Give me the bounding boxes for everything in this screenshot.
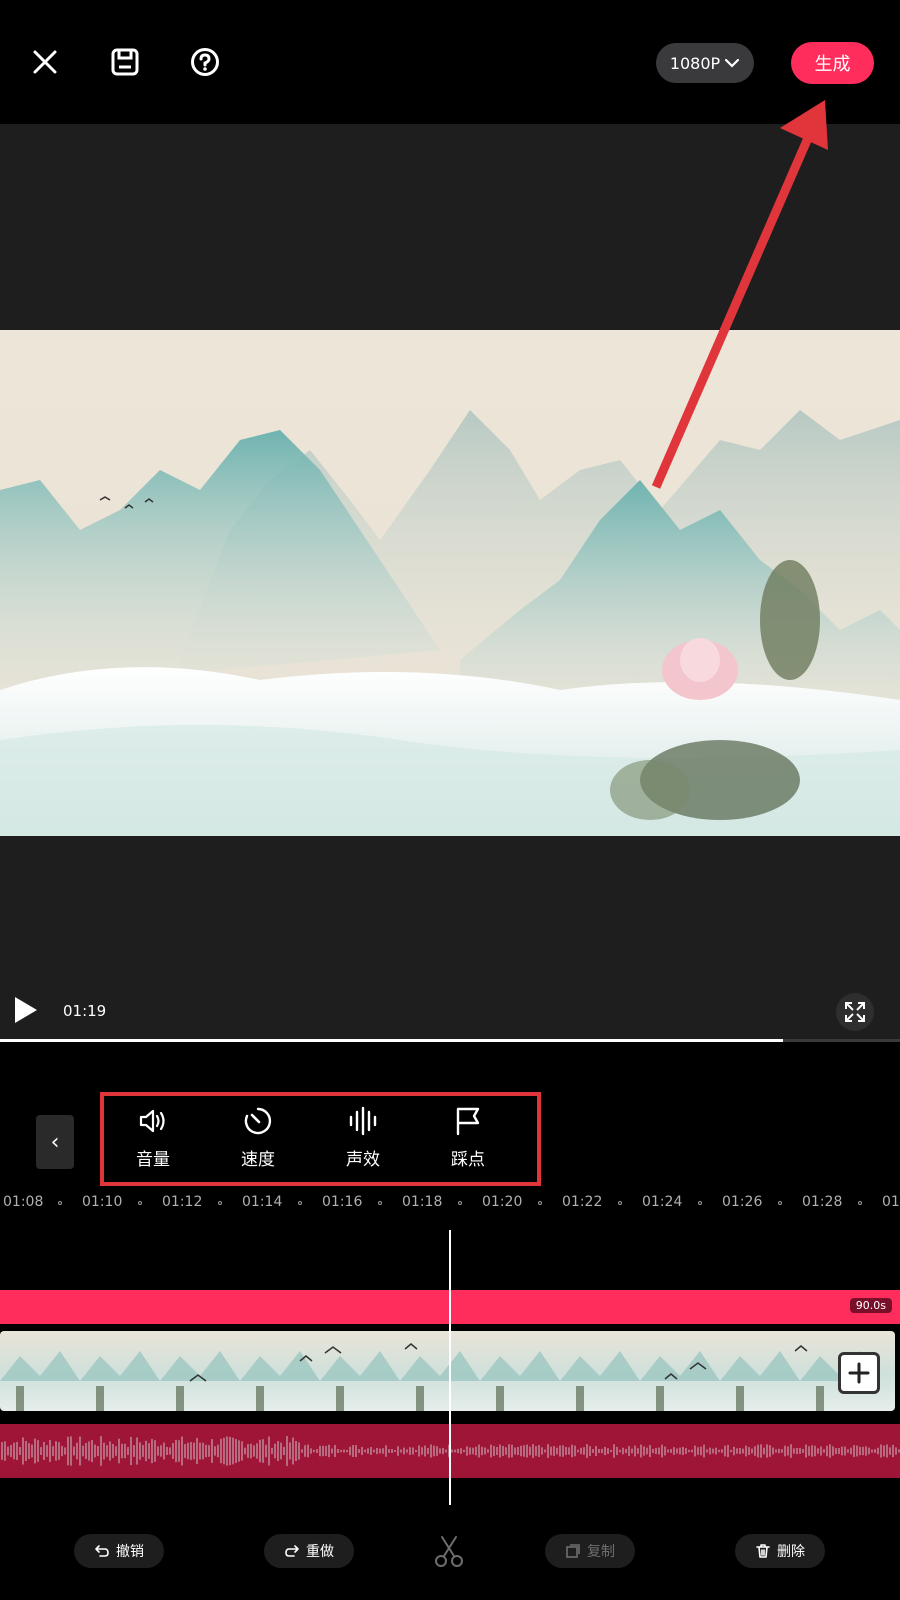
tool-label: 踩点 [451,1150,485,1170]
close-icon[interactable] [25,42,65,82]
resolution-select[interactable]: 1080P [656,43,754,83]
top-bar: 1080P 生成 [0,0,900,124]
ruler-tick: 01:22 [562,1194,603,1210]
ruler-tick: 01:28 [802,1194,843,1210]
trash-icon [756,1544,770,1558]
redo-button[interactable]: 重做 [264,1534,354,1568]
playhead[interactable] [449,1230,451,1505]
ruler-tick: 01:08 [3,1194,44,1210]
redo-icon [285,1545,299,1557]
ruler-tick: 01 [882,1194,900,1210]
ruler-dot [378,1201,382,1205]
ruler-tick: 01:26 [722,1194,763,1210]
progress-fill [0,1039,783,1042]
current-time: 01:19 [63,1002,107,1020]
tool-label: 音量 [136,1150,170,1170]
delete-label: 删除 [777,1544,805,1560]
chevron-down-icon [725,58,740,68]
back-button[interactable]: ‹ [36,1115,74,1169]
redo-label: 重做 [306,1544,334,1560]
add-clip-button[interactable] [838,1352,880,1394]
ruler-dot [778,1201,782,1205]
ruler-dot [698,1201,702,1205]
copy-label: 复制 [587,1544,615,1560]
volume-icon [139,1109,165,1133]
video-clip-track[interactable] [0,1331,895,1411]
copy-icon [566,1544,580,1558]
plus-icon [848,1362,870,1384]
ruler-dot [138,1201,142,1205]
fullscreen-icon [845,1002,865,1022]
ruler-tick: 01:10 [82,1194,123,1210]
beat-flag-icon [456,1107,480,1136]
tool-sound-effect[interactable]: 声效 [323,1105,403,1175]
fullscreen-button[interactable] [836,993,874,1031]
ruler-tick: 01:20 [482,1194,523,1210]
ruler-dot [858,1201,862,1205]
speed-icon [244,1107,272,1135]
tool-label: 声效 [346,1150,380,1170]
tool-label: 速度 [241,1150,275,1170]
generate-button[interactable]: 生成 [791,42,874,84]
help-icon[interactable] [185,42,225,82]
copy-button[interactable]: 复制 [545,1534,635,1568]
landscape-painting-image [0,330,900,836]
ruler-dot [458,1201,462,1205]
resolution-label: 1080P [669,53,721,73]
ruler-tick: 01:24 [642,1194,683,1210]
duration-badge: 90.0s [849,1298,892,1313]
video-preview: 01:19 [0,124,900,1042]
ruler-dot [298,1201,302,1205]
undo-icon [95,1545,109,1557]
ruler-tick: 01:12 [162,1194,203,1210]
undo-button[interactable]: 撤销 [74,1534,164,1568]
delete-button[interactable]: 删除 [735,1534,825,1568]
ruler-dot [618,1201,622,1205]
timeline-ruler[interactable]: 01:08 01:10 01:12 01:14 01:16 01:18 01:2… [0,1190,900,1216]
video-frame[interactable] [0,330,900,836]
ruler-dot [58,1201,62,1205]
chevron-left-icon: ‹ [50,1129,60,1155]
tool-beat[interactable]: 踩点 [428,1105,508,1175]
progress-bar[interactable] [0,1039,900,1042]
tool-volume[interactable]: 音量 [113,1105,193,1175]
video-thumbnails [0,1331,895,1411]
scissors-icon[interactable] [432,1534,466,1568]
ruler-tick: 01:16 [322,1194,363,1210]
ruler-dot [218,1201,222,1205]
ruler-dot [538,1201,542,1205]
play-icon[interactable] [12,994,40,1026]
ruler-tick: 01:18 [402,1194,443,1210]
tool-speed[interactable]: 速度 [218,1105,298,1175]
sound-effect-icon [349,1106,377,1136]
ruler-tick: 01:14 [242,1194,283,1210]
undo-label: 撤销 [116,1544,144,1560]
save-icon[interactable] [105,42,145,82]
